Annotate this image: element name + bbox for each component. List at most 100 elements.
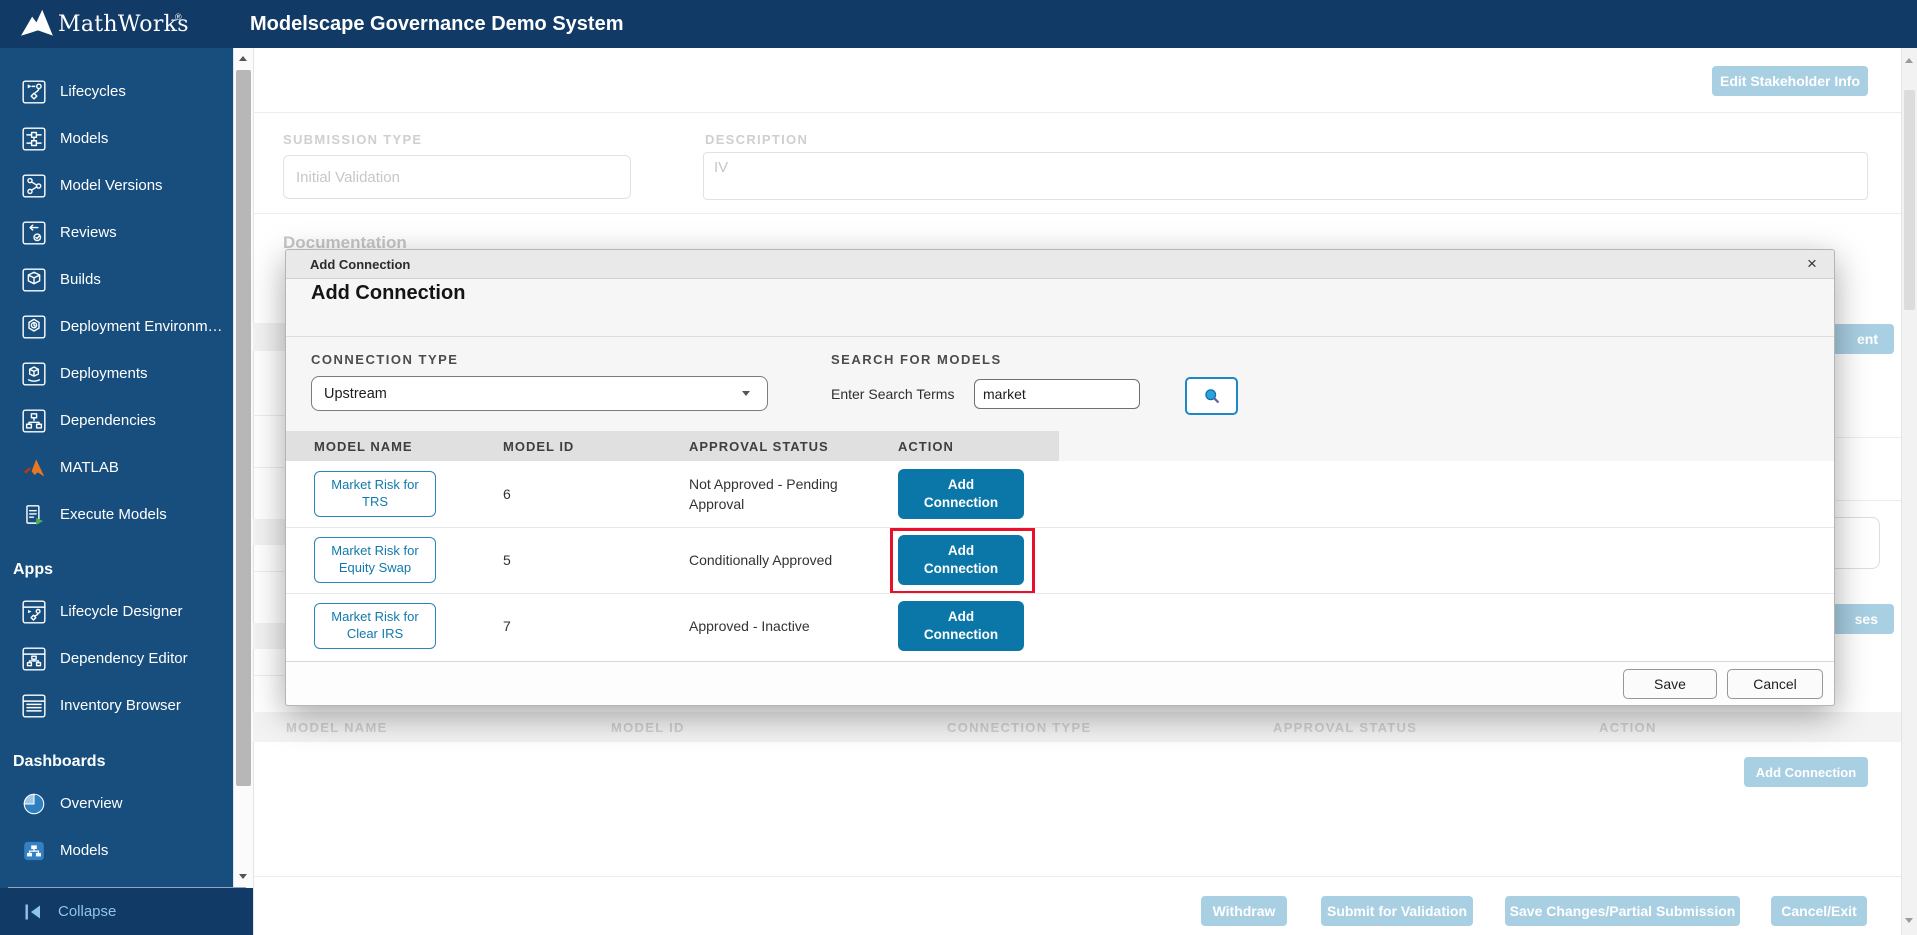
ghost-row bbox=[253, 323, 285, 351]
model-id-cell: 6 bbox=[503, 461, 511, 527]
sidebar-item-builds[interactable]: Builds bbox=[0, 256, 233, 303]
ghost-line bbox=[253, 571, 285, 572]
modal-title-bar: Add Connection × bbox=[286, 250, 1834, 279]
deployment-environments-icon bbox=[21, 314, 47, 340]
collapse-button[interactable]: Collapse bbox=[0, 888, 253, 935]
clipped-button-top-label: ent bbox=[1857, 331, 1878, 347]
column-model-name: MODEL NAME bbox=[286, 720, 388, 735]
sidebar-item-label: Builds bbox=[60, 271, 101, 288]
content-left-border bbox=[253, 48, 254, 935]
ghost-line bbox=[253, 415, 285, 416]
ghost-row bbox=[253, 623, 285, 649]
page-scrollbar-thumb[interactable] bbox=[1904, 90, 1915, 310]
model-id-cell: 5 bbox=[503, 527, 511, 593]
sidebar-item-dependency-editor[interactable]: Dependency Editor bbox=[0, 635, 233, 682]
modal-heading: Add Connection bbox=[311, 282, 465, 305]
ghost-row bbox=[253, 519, 285, 545]
sidebar-item-label: Dependency Editor bbox=[60, 650, 188, 667]
sidebar-item-inventory-browser[interactable]: Inventory Browser bbox=[0, 682, 233, 729]
sidebar-item-execute-models[interactable]: Execute Models bbox=[0, 491, 233, 538]
save-button[interactable]: Save bbox=[1623, 669, 1717, 699]
search-input[interactable] bbox=[974, 379, 1140, 409]
cancel-button[interactable]: Cancel bbox=[1727, 669, 1823, 699]
close-icon[interactable]: × bbox=[1802, 250, 1822, 278]
save-changes-partial-submission-button[interactable]: Save Changes/Partial Submission bbox=[1505, 896, 1740, 926]
page-scroll-up-icon[interactable] bbox=[1905, 58, 1913, 63]
description-value: IV bbox=[714, 159, 728, 176]
sidebar-scroll-up-icon[interactable] bbox=[239, 56, 247, 61]
dependency-editor-icon bbox=[21, 646, 47, 672]
modal-table-header: MODEL NAME MODEL ID APPROVAL STATUS ACTI… bbox=[286, 431, 1059, 461]
sidebar-item-deployment-environments[interactable]: Deployment Environm… bbox=[0, 303, 233, 350]
submission-type-value: Initial Validation bbox=[296, 169, 400, 186]
save-changes-label: Save Changes/Partial Submission bbox=[1510, 903, 1736, 919]
model-name-label: Market Risk for Clear IRS bbox=[321, 609, 429, 643]
edit-stakeholder-info-label: Edit Stakeholder Info bbox=[1720, 73, 1860, 89]
connections-table-header: MODEL NAME MODEL ID CONNECTION TYPE APPR… bbox=[253, 712, 1901, 742]
cancel-exit-button[interactable]: Cancel/Exit bbox=[1771, 896, 1867, 926]
sidebar-nav: Lifecycles Models Model Versions bbox=[0, 48, 233, 935]
connection-type-label: CONNECTION TYPE bbox=[311, 352, 458, 367]
column-model-id: MODEL ID bbox=[503, 439, 574, 454]
sidebar-scroll-down-icon[interactable] bbox=[239, 874, 247, 879]
cancel-label: Cancel bbox=[1753, 676, 1797, 692]
highlight-red-box bbox=[890, 528, 1035, 594]
submit-for-validation-button[interactable]: Submit for Validation bbox=[1321, 896, 1473, 926]
sidebar-item-deployments[interactable]: Deployments bbox=[0, 350, 233, 397]
sidebar-item-dependencies[interactable]: Dependencies bbox=[0, 397, 233, 444]
withdraw-label: Withdraw bbox=[1213, 903, 1276, 919]
sidebar-item-label: Reviews bbox=[60, 224, 117, 241]
builds-icon bbox=[21, 267, 47, 293]
footer-divider bbox=[253, 876, 1901, 877]
add-connection-background-label: Add Connection bbox=[1756, 765, 1856, 780]
sidebar-item-label: Models bbox=[60, 842, 108, 859]
sidebar-item-models-dashboard[interactable]: Models bbox=[0, 827, 233, 874]
column-action: ACTION bbox=[1599, 720, 1657, 735]
add-connection-background-button[interactable]: Add Connection bbox=[1744, 757, 1868, 787]
collapse-label: Collapse bbox=[58, 903, 116, 920]
connection-type-dropdown[interactable]: Upstream bbox=[311, 376, 768, 411]
table-row: Market Risk for TRS 6 Not Approved - Pen… bbox=[286, 461, 1834, 527]
sidebar-item-overview-dashboard[interactable]: Overview bbox=[0, 780, 233, 827]
sidebar-item-lifecycle-designer[interactable]: Lifecycle Designer bbox=[0, 588, 233, 635]
model-name-button[interactable]: Market Risk for Equity Swap bbox=[314, 537, 436, 583]
sidebar-item-lifecycles[interactable]: Lifecycles bbox=[0, 68, 233, 115]
sidebar-item-label: Dependencies bbox=[60, 412, 156, 429]
description-field[interactable]: IV bbox=[703, 152, 1868, 200]
reviews-icon bbox=[21, 220, 47, 246]
model-name-button[interactable]: Market Risk for TRS bbox=[314, 471, 436, 517]
section-divider bbox=[253, 112, 1901, 113]
deployments-icon bbox=[21, 361, 47, 387]
add-connection-row-button[interactable]: Add Connection bbox=[898, 601, 1024, 651]
sidebar-scrollbar-thumb[interactable] bbox=[236, 70, 251, 786]
sidebar-item-matlab[interactable]: MATLAB bbox=[0, 444, 233, 491]
model-name-label: Market Risk for Equity Swap bbox=[321, 543, 429, 577]
add-connection-row-label: Add Connection bbox=[918, 608, 1004, 643]
edit-stakeholder-info-button[interactable]: Edit Stakeholder Info bbox=[1712, 66, 1868, 96]
dropdown-caret-icon bbox=[742, 391, 750, 396]
model-name-button[interactable]: Market Risk for Clear IRS bbox=[314, 603, 436, 649]
sidebar-item-models[interactable]: Models bbox=[0, 115, 233, 162]
connection-type-value: Upstream bbox=[324, 386, 387, 402]
search-button[interactable] bbox=[1185, 377, 1238, 415]
sidebar-item-reviews[interactable]: Reviews bbox=[0, 209, 233, 256]
sidebar-section-dashboards: Dashboards bbox=[13, 748, 213, 776]
add-connection-row-button[interactable]: Add Connection bbox=[898, 469, 1024, 519]
section-divider bbox=[253, 213, 1901, 214]
submit-for-validation-label: Submit for Validation bbox=[1327, 903, 1467, 919]
sidebar-item-model-versions[interactable]: Model Versions bbox=[0, 162, 233, 209]
modal-table-body: Market Risk for TRS 6 Not Approved - Pen… bbox=[286, 461, 1834, 661]
ghost-line bbox=[253, 675, 285, 676]
submission-type-dropdown[interactable]: Initial Validation bbox=[283, 155, 631, 199]
withdraw-button[interactable]: Withdraw bbox=[1201, 896, 1287, 926]
sidebar-section-apps: Apps bbox=[13, 556, 213, 584]
sidebar-item-label: MATLAB bbox=[60, 459, 119, 476]
brand-registered-mark: ® bbox=[175, 12, 182, 22]
column-approval-status: APPROVAL STATUS bbox=[689, 439, 829, 454]
matlab-icon bbox=[21, 455, 47, 481]
sidebar-item-label: Lifecycle Designer bbox=[60, 603, 183, 620]
column-model-name: MODEL NAME bbox=[314, 439, 413, 454]
table-row: Market Risk for Clear IRS 7 Approved - I… bbox=[286, 593, 1834, 659]
lifecycle-designer-icon bbox=[21, 599, 47, 625]
page-scroll-down-icon[interactable] bbox=[1905, 918, 1913, 923]
